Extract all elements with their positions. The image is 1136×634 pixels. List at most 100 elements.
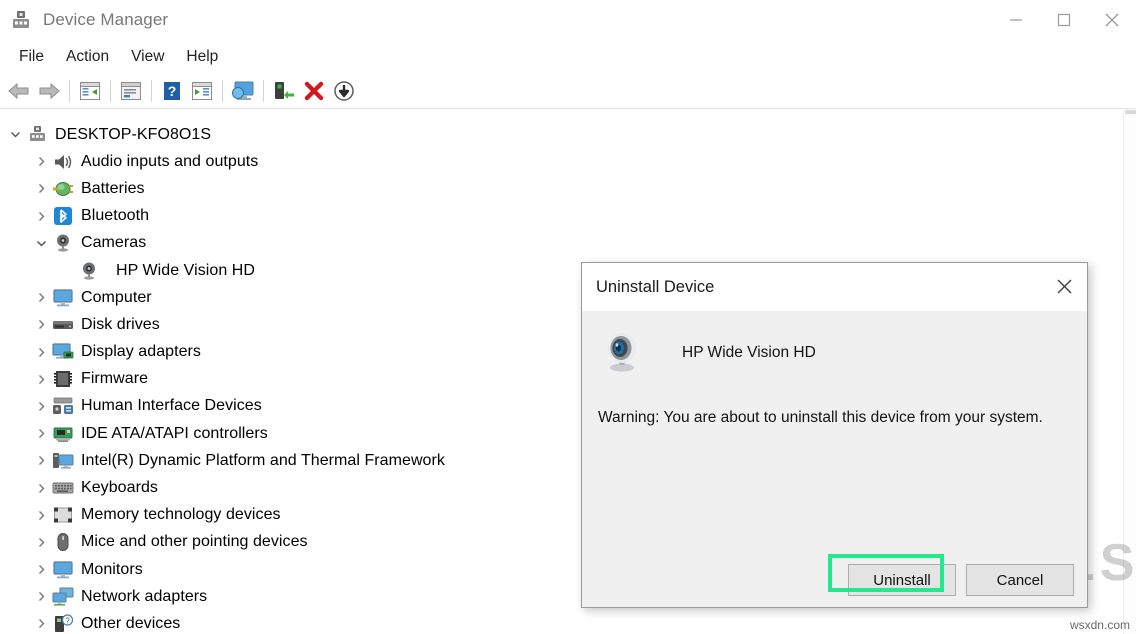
maximize-icon[interactable] [1040,0,1088,40]
back-icon[interactable] [4,76,34,106]
menu-file[interactable]: File [8,45,55,69]
dialog-body: HP Wide Vision HD Warning: You are about… [582,311,1087,554]
update-driver-icon[interactable] [269,76,299,106]
menu-help[interactable]: Help [175,45,229,69]
tree-row[interactable]: Batteries [0,175,1136,202]
tree-node-label: Firmware [81,370,148,388]
other-device-icon: ? [52,614,74,634]
menu-action[interactable]: Action [55,45,120,69]
tree-node-label: HP Wide Vision HD [116,262,255,280]
chevron-down-icon[interactable] [30,230,52,257]
tree-node-label: Bluetooth [81,207,149,225]
tree-row[interactable]: Bluetooth [0,203,1136,230]
tree-scrollbar[interactable] [1123,110,1136,634]
close-icon[interactable] [1041,263,1087,309]
toolbar-separator [69,80,70,102]
chevron-right-icon[interactable] [30,393,52,420]
dialog-title-bar: Uninstall Device [582,263,1087,311]
speaker-icon [52,152,74,172]
chevron-right-icon[interactable] [30,203,52,230]
webcam-icon [600,331,644,375]
memory-icon [52,505,74,525]
computer-icon [26,125,48,145]
device-summary-row: HP Wide Vision HD [582,311,1087,375]
tree-node-label: Audio inputs and outputs [81,153,258,171]
chevron-right-icon[interactable] [30,475,52,502]
cancel-button[interactable]: Cancel [966,564,1074,596]
tree-row[interactable]: Audio inputs and outputs [0,148,1136,175]
title-bar: Device Manager [0,0,1136,40]
menu-view[interactable]: View [120,45,175,69]
chevron-right-icon[interactable] [30,502,52,529]
tree-node-label: DESKTOP-KFO8O1S [55,126,211,144]
chevron-right-icon[interactable] [30,366,52,393]
chevron-right-icon[interactable] [30,175,52,202]
tree-node-label: Computer [81,289,152,307]
tree-node-label: Monitors [81,561,143,579]
chevron-right-icon[interactable] [30,339,52,366]
tree-node-label: Cameras [81,234,146,252]
disk-drive-icon [52,315,74,335]
chevron-right-icon[interactable] [30,420,52,447]
tree-node-label: Display adapters [81,343,201,361]
show-hide-action-pane-icon[interactable] [187,76,217,106]
toolbar: ? [0,73,1136,109]
tree-node-label: Mice and other pointing devices [81,533,308,551]
tree-row[interactable]: DESKTOP-KFO8O1S [0,121,1136,148]
tree-node-label: Other devices [81,615,180,633]
chevron-right-icon[interactable] [30,529,52,556]
help-icon[interactable]: ? [157,76,187,106]
tree-row[interactable]: Cameras [0,230,1136,257]
camera-icon [52,233,74,253]
menu-bar: File Action View Help [0,40,1136,73]
battery-icon [52,179,74,199]
minimize-icon[interactable] [992,0,1040,40]
bluetooth-icon [52,206,74,226]
show-hide-console-tree-icon[interactable] [75,76,105,106]
forward-icon[interactable] [34,76,64,106]
tree-node-label: Batteries [81,180,145,198]
tree-node-label: Human Interface Devices [81,397,262,415]
tree-node-label: Keyboards [81,479,158,497]
dialog-device-name: HP Wide Vision HD [682,344,816,362]
mouse-icon [52,532,74,552]
chevron-right-icon[interactable] [30,148,52,175]
platform-icon [52,451,74,471]
uninstall-button[interactable]: Uninstall [848,564,956,596]
monitor-icon [52,560,74,580]
hid-icon [52,396,74,416]
svg-text:?: ? [168,83,177,99]
window-controls [992,0,1136,40]
monitor-icon [52,288,74,308]
dialog-title: Uninstall Device [596,278,714,297]
close-icon[interactable] [1088,0,1136,40]
properties-icon[interactable] [116,76,146,106]
toolbar-separator [151,80,152,102]
toolbar-separator [263,80,264,102]
chevron-right-icon[interactable] [30,556,52,583]
toolbar-separator [110,80,111,102]
device-manager-window: Device Manager File Action View Help [0,0,1136,634]
camera-icon [78,261,100,281]
chevron-right-icon[interactable] [30,311,52,338]
site-credit: wsxdn.com [1070,618,1130,632]
scan-screen-icon[interactable] [228,76,258,106]
chevron-down-icon[interactable] [4,121,26,148]
disable-device-icon[interactable] [329,76,359,106]
chevron-right-icon[interactable] [30,583,52,610]
scrollbar-thumb[interactable] [1125,110,1136,114]
tree-node-label: IDE ATA/ATAPI controllers [81,425,268,443]
tree-node-label: Intel(R) Dynamic Platform and Thermal Fr… [81,452,445,470]
tree-row[interactable]: ? Other devices [0,610,1136,634]
tree-node-label: Memory technology devices [81,506,281,524]
chevron-right-icon[interactable] [30,447,52,474]
uninstall-device-icon[interactable] [299,76,329,106]
chevron-right-icon[interactable] [30,610,52,634]
ide-controller-icon [52,424,74,444]
display-adapter-icon [52,342,74,362]
firmware-chip-icon [52,369,74,389]
svg-text:?: ? [65,616,70,625]
chevron-right-icon[interactable] [30,284,52,311]
toolbar-separator [222,80,223,102]
tree-node-label: Disk drives [81,316,160,334]
